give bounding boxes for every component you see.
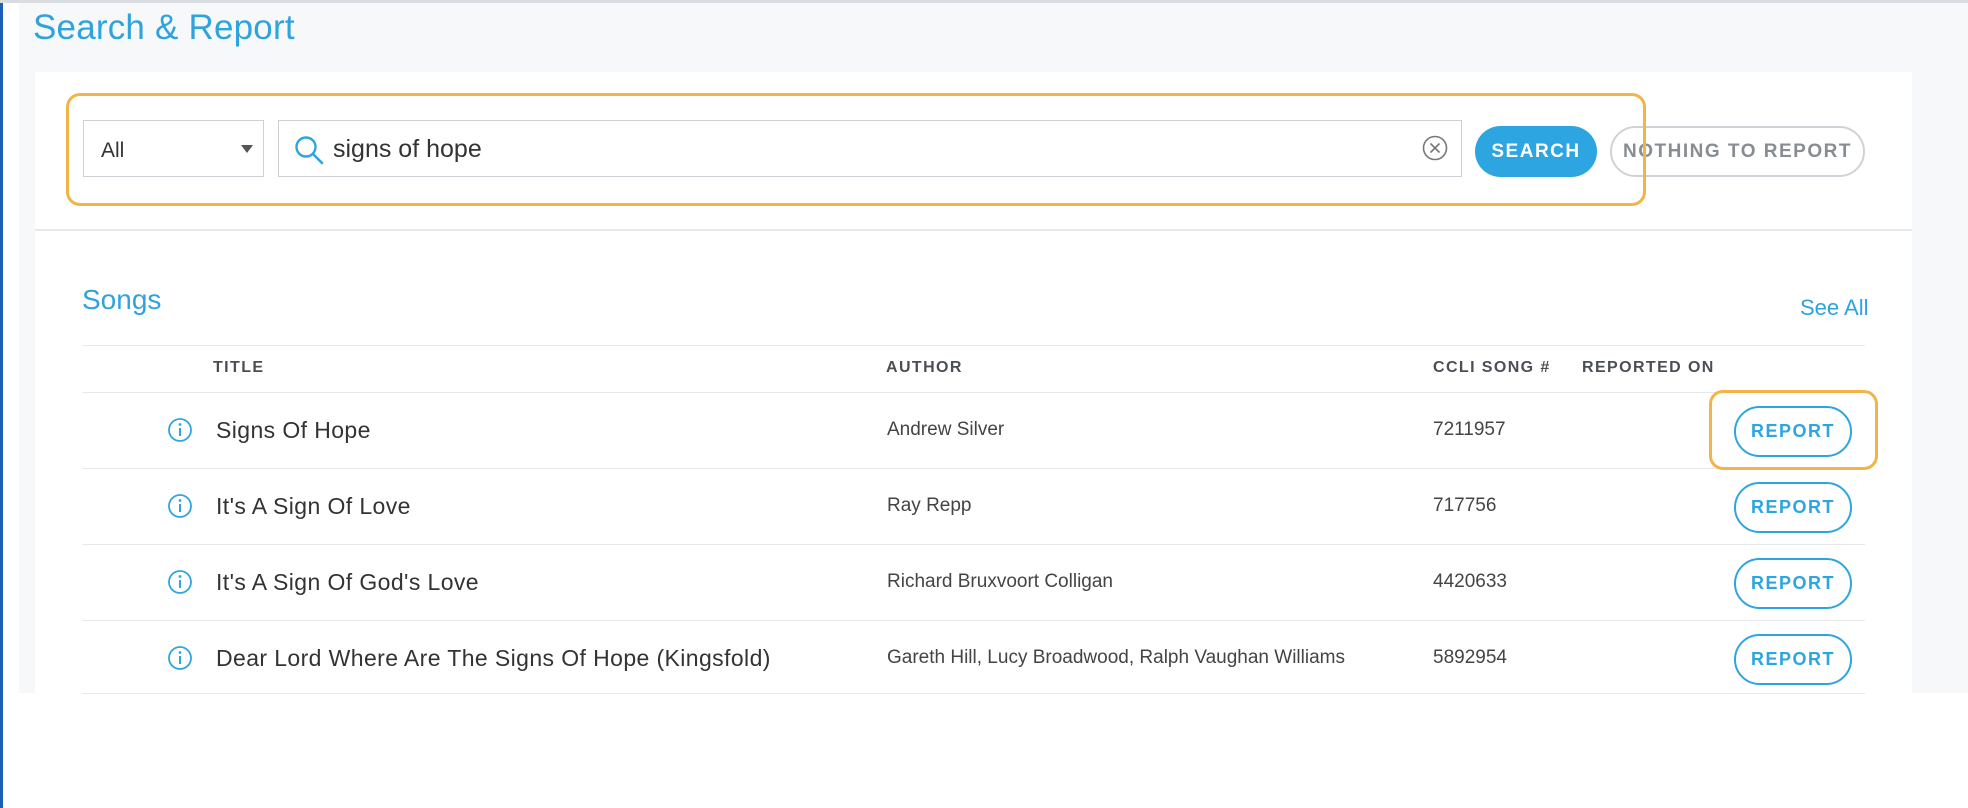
song-ccli-number: 4420633 xyxy=(1433,571,1507,592)
song-title[interactable]: It's A Sign Of Love xyxy=(216,493,411,520)
report-highlight xyxy=(1709,390,1878,470)
table-row: It's A Sign Of Love Ray Repp 717756 REPO… xyxy=(82,469,1865,544)
column-header-reported-on: REPORTED ON xyxy=(1582,359,1715,376)
info-icon[interactable] xyxy=(167,417,193,443)
songs-section-title: Songs xyxy=(82,284,162,315)
song-author: Ray Repp xyxy=(887,495,972,516)
song-title[interactable]: Signs Of Hope xyxy=(216,417,371,444)
report-button[interactable]: REPORT xyxy=(1734,482,1852,533)
page-title: Search & Report xyxy=(33,8,295,47)
report-button[interactable]: REPORT xyxy=(1734,558,1852,609)
nothing-to-report-button[interactable]: NOTHING TO REPORT xyxy=(1610,126,1865,177)
column-header-ccli: CCLI SONG # xyxy=(1433,359,1551,376)
song-author: Andrew Silver xyxy=(887,419,1005,440)
table-top-divider xyxy=(82,345,1865,346)
table-row: It's A Sign Of God's Love Richard Bruxvo… xyxy=(82,545,1865,620)
column-header-author: AUTHOR xyxy=(886,359,963,376)
song-author: Gareth Hill, Lucy Broadwood, Ralph Vaugh… xyxy=(887,647,1345,668)
report-button[interactable]: REPORT xyxy=(1734,634,1852,685)
search-highlight xyxy=(66,93,1646,206)
song-ccli-number: 5892954 xyxy=(1433,647,1507,668)
info-icon[interactable] xyxy=(167,645,193,671)
table-row: Signs Of Hope Andrew Silver 7211957 REPO… xyxy=(82,393,1865,468)
card-divider xyxy=(35,229,1912,231)
table-row: Dear Lord Where Are The Signs Of Hope (K… xyxy=(82,621,1865,696)
see-all-link[interactable]: See All xyxy=(1800,295,1869,321)
song-author: Richard Bruxvoort Colligan xyxy=(887,571,1113,592)
song-ccli-number: 7211957 xyxy=(1433,419,1506,440)
song-title[interactable]: Dear Lord Where Are The Signs Of Hope (K… xyxy=(216,645,771,672)
song-title[interactable]: It's A Sign Of God's Love xyxy=(216,569,479,596)
info-icon[interactable] xyxy=(167,569,193,595)
info-icon[interactable] xyxy=(167,493,193,519)
row-divider xyxy=(82,693,1865,694)
window-left-border xyxy=(0,0,3,808)
column-header-title: TITLE xyxy=(213,359,265,376)
song-ccli-number: 717756 xyxy=(1433,495,1497,516)
